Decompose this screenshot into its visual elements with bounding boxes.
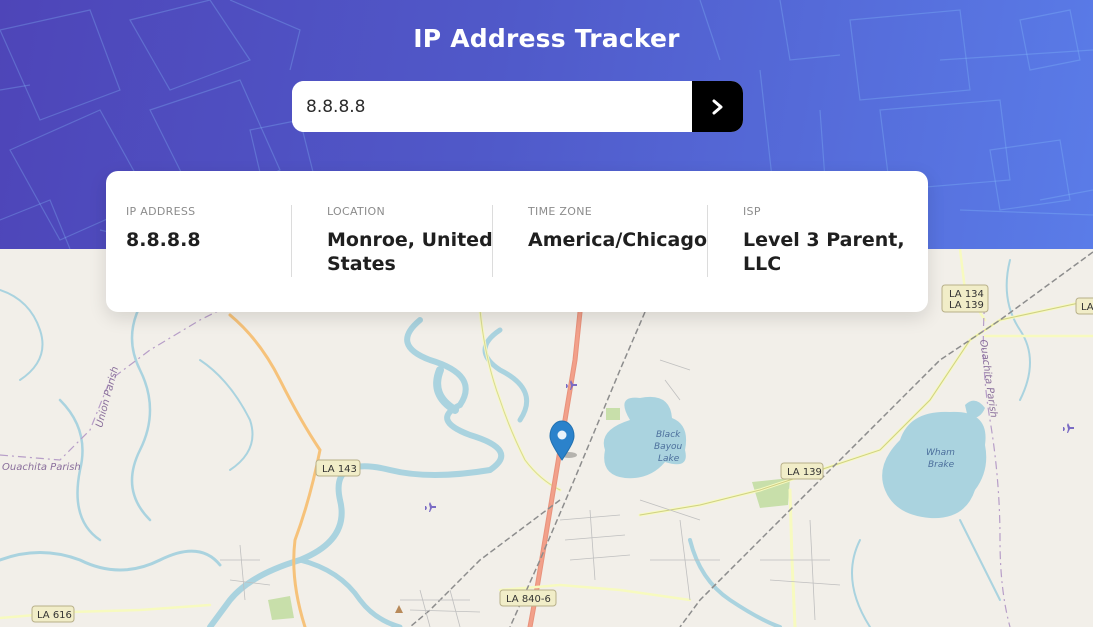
wham-brake-label-2: Brake	[928, 460, 955, 470]
black-bayou-label-2: Bayou	[654, 442, 683, 452]
road-shield-la616: LA 616	[31, 605, 75, 623]
ip-info-card: IP ADDRESS 8.8.8.8 LOCATION Monroe, Unit…	[106, 171, 928, 312]
location-value-line2: States	[327, 253, 396, 275]
chevron-right-icon	[712, 99, 722, 114]
divider	[707, 205, 708, 277]
ip-address-value: 8.8.8.8	[126, 229, 201, 251]
timezone-label: TIME ZONE	[528, 205, 592, 218]
search-bar	[292, 81, 743, 132]
isp-section: ISP Level 3 Parent, LLC	[743, 205, 913, 276]
svg-text:LA 840-6: LA 840-6	[506, 594, 551, 605]
timezone-section: TIME ZONE America/Chicago	[528, 205, 718, 252]
timezone-value: America/Chicago	[528, 229, 708, 251]
black-bayou-label-1: Black	[656, 430, 681, 440]
search-submit-button[interactable]	[692, 81, 743, 132]
svg-text:LA 134: LA 134	[949, 289, 984, 300]
svg-text:LA: LA	[1081, 302, 1093, 313]
location-value-line1: Monroe, United	[327, 229, 493, 251]
road-shield-la-partial: LA	[1075, 297, 1093, 315]
isp-value-line1: Level 3 Parent,	[743, 229, 905, 251]
road-shield-la143: LA 143	[315, 459, 361, 477]
park-area	[268, 596, 294, 620]
divider	[291, 205, 292, 277]
road-shield-la840-6: LA 840-6	[499, 589, 557, 607]
wham-brake-label-1: Wham	[926, 448, 955, 458]
road-shield-la139: LA 139	[780, 462, 824, 480]
ip-address-label: IP ADDRESS	[126, 205, 196, 218]
ouachita-parish-label: Ouachita Parish	[2, 462, 81, 473]
location-label: LOCATION	[327, 205, 385, 218]
road-shield-la134-la139: LA 134 LA 139	[941, 284, 989, 313]
isp-label: ISP	[743, 205, 761, 218]
page-title: IP Address Tracker	[413, 24, 680, 53]
svg-text:LA 143: LA 143	[322, 464, 357, 475]
black-bayou-label-3: Lake	[658, 454, 680, 464]
svg-text:LA 139: LA 139	[949, 300, 984, 311]
svg-text:LA 616: LA 616	[37, 610, 72, 621]
divider	[492, 205, 493, 277]
ip-search-input[interactable]	[292, 81, 692, 132]
ip-address-section: IP ADDRESS 8.8.8.8	[126, 205, 286, 252]
isp-value-line2: LLC	[743, 253, 782, 275]
location-section: LOCATION Monroe, United States	[327, 205, 497, 276]
svg-text:LA 139: LA 139	[787, 467, 822, 478]
